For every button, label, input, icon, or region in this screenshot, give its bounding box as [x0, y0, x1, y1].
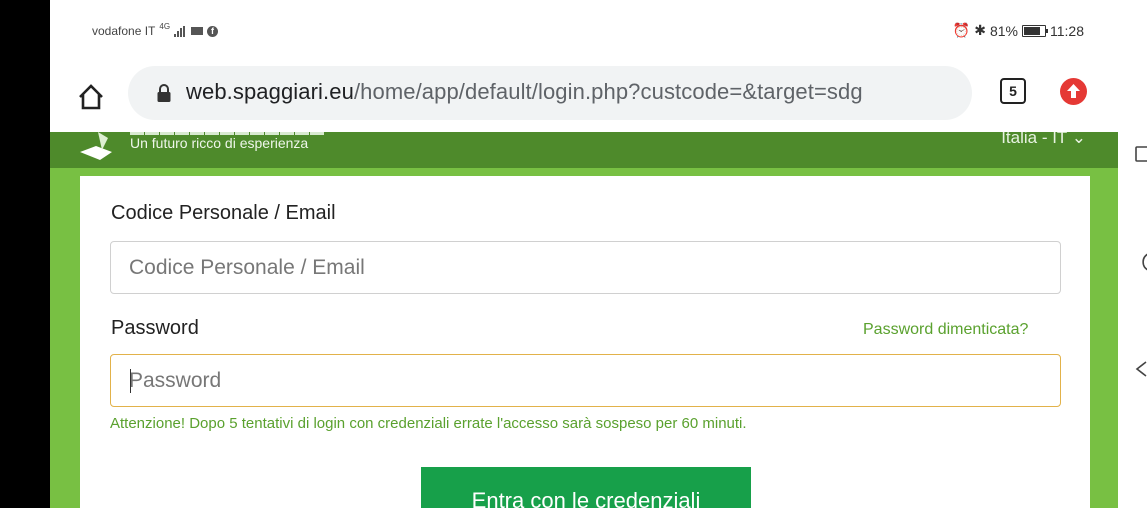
alarm-icon: ⏰ — [952, 22, 971, 38]
network-type: 4G — [159, 21, 171, 31]
back-icon — [1135, 361, 1147, 377]
battery-icon — [1022, 24, 1048, 37]
logo-icon — [80, 132, 112, 160]
url-path: /home/app/default/login.php?custcode=&ta… — [353, 79, 863, 104]
lock-icon — [154, 83, 174, 103]
battery-level — [1024, 26, 1041, 35]
login-button[interactable]: Entra con le credenziali — [421, 467, 751, 508]
email-input[interactable] — [111, 242, 1060, 293]
site-header: ▬▬▬▬▬▬▬▬▬▬▬▬▬ Un futuro ricco di esperie… — [50, 132, 1118, 168]
arrow-up-icon — [1067, 84, 1080, 98]
signal-icon — [174, 25, 186, 37]
battery-percent: 81% — [989, 22, 1018, 39]
device-nav-bar — [1118, 0, 1147, 508]
recents-icon — [1135, 146, 1147, 162]
phone-screen: vodafone IT 4G f ⏰ ✱ 81% 11:28 web.spagg… — [50, 0, 1118, 508]
home-button[interactable] — [76, 82, 106, 112]
tab-switcher-button[interactable]: 5 — [1000, 78, 1026, 104]
address-bar[interactable]: web.spaggiari.eu/home/app/default/login.… — [128, 66, 972, 120]
url-text[interactable]: web.spaggiari.eu/home/app/default/login.… — [186, 79, 863, 105]
forgot-password-link[interactable]: Password dimenticata? — [863, 321, 1028, 339]
login-attempts-warning: Attenzione! Dopo 5 tentativi di login co… — [110, 415, 747, 432]
password-input[interactable] — [111, 355, 1060, 406]
status-left: vodafone IT 4G f — [92, 21, 219, 38]
home-icon — [79, 84, 103, 110]
carrier-name: vodafone IT — [92, 24, 156, 38]
header-tagline: Un futuro ricco di esperienza — [130, 135, 309, 151]
home-nav-icon — [1142, 253, 1147, 271]
url-host: web.spaggiari.eu — [186, 79, 354, 104]
password-field[interactable] — [110, 354, 1061, 407]
browser-toolbar: web.spaggiari.eu/home/app/default/login.… — [50, 64, 1118, 132]
email-field[interactable] — [110, 241, 1061, 294]
mail-icon — [191, 27, 204, 35]
password-label: Password — [111, 317, 199, 339]
chevron-down-icon: ⌄ — [1071, 132, 1086, 147]
email-label: Codice Personale / Email — [111, 202, 336, 224]
status-bar: vodafone IT 4G f ⏰ ✱ 81% 11:28 — [50, 0, 1118, 64]
text-cursor — [130, 369, 131, 393]
language-label: Italia - IT — [1001, 132, 1068, 147]
status-right: ⏰ ✱ 81% 11:28 — [953, 22, 1084, 39]
bluetooth-icon: ✱ — [974, 22, 986, 38]
facebook-icon: f — [207, 25, 219, 37]
update-button[interactable] — [1060, 78, 1087, 105]
language-selector[interactable]: Italia - IT ⌄ — [1001, 132, 1086, 148]
login-card — [80, 176, 1090, 508]
device-bezel-left — [0, 0, 50, 508]
clock: 11:28 — [1050, 22, 1084, 39]
